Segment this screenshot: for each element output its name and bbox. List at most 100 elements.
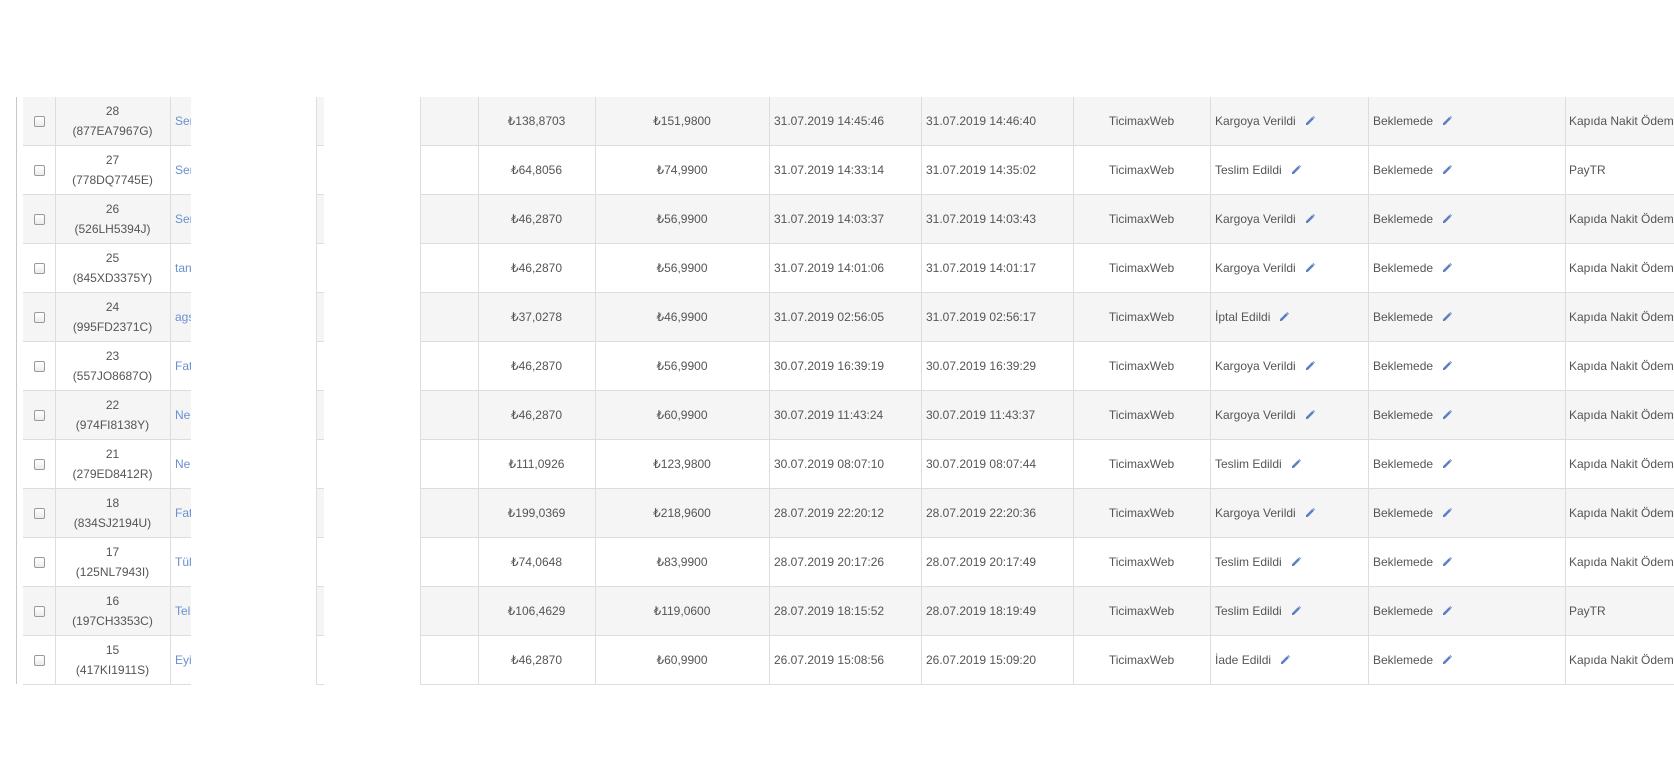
order-date: 28.07.2019 18:15:52 bbox=[774, 604, 885, 618]
column-divider bbox=[769, 97, 770, 684]
pencil-icon[interactable] bbox=[1304, 115, 1316, 127]
pencil-icon[interactable] bbox=[1290, 605, 1302, 617]
column-divider bbox=[316, 97, 317, 684]
payment-status-cell: Beklemede bbox=[1373, 489, 1563, 537]
payment-status-cell: Beklemede bbox=[1373, 244, 1563, 292]
total-amount: ₺60,9900 bbox=[656, 653, 708, 667]
pencil-icon[interactable] bbox=[1279, 654, 1291, 666]
payment-status-cell: Beklemede bbox=[1373, 97, 1563, 145]
customer-cell: Ser bbox=[175, 195, 191, 243]
update-date: 30.07.2019 11:43:37 bbox=[926, 408, 1036, 422]
pencil-icon[interactable] bbox=[1441, 605, 1453, 617]
pencil-icon[interactable] bbox=[1441, 654, 1453, 666]
order-source: TicimaxWeb bbox=[1108, 261, 1175, 275]
order-status-cell: Teslim Edildi bbox=[1215, 538, 1368, 586]
payment-status: Beklemede bbox=[1373, 408, 1434, 422]
row-checkbox[interactable] bbox=[33, 311, 45, 323]
column-divider bbox=[1210, 97, 1211, 684]
order-status: Kargoya Verildi bbox=[1215, 408, 1296, 422]
payment-method: Kapıda Nakit Ödem bbox=[1569, 555, 1674, 569]
table-row: 28 (877EA7967G) Ser ₺138,8703 ₺151,9800 31.07… bbox=[0, 97, 1674, 146]
customer-link[interactable]: Eyi bbox=[175, 653, 191, 667]
row-checkbox[interactable] bbox=[33, 458, 45, 470]
pencil-icon[interactable] bbox=[1441, 360, 1453, 372]
table-row: 24 (995FD2371C) ags ₺37,0278 ₺46,9900 31.07.2… bbox=[0, 293, 1674, 342]
order-status: İade Edildi bbox=[1215, 653, 1272, 667]
customer-link[interactable]: Fat bbox=[175, 506, 191, 520]
customer-cell: tan bbox=[175, 244, 191, 292]
order-number-cell: 24 (995FD2371C) bbox=[55, 293, 170, 341]
payment-status-cell: Beklemede bbox=[1373, 195, 1563, 243]
pencil-icon[interactable] bbox=[1278, 311, 1290, 323]
row-checkbox[interactable] bbox=[33, 164, 45, 176]
customer-link[interactable]: ags bbox=[175, 310, 191, 324]
payment-status-cell: Beklemede bbox=[1373, 636, 1563, 684]
pencil-icon[interactable] bbox=[1441, 311, 1453, 323]
order-code: (279ED8412R) bbox=[72, 467, 153, 481]
customer-link[interactable]: tan bbox=[175, 261, 191, 275]
order-number-cell: 17 (125NL7943I) bbox=[55, 538, 170, 586]
update-date: 31.07.2019 14:35:02 bbox=[926, 163, 1037, 177]
payment-method: Kapıda Nakit Ödem bbox=[1569, 506, 1674, 520]
row-checkbox[interactable] bbox=[33, 654, 45, 666]
pencil-icon[interactable] bbox=[1304, 213, 1316, 225]
customer-link[interactable]: Ser bbox=[175, 212, 191, 226]
customer-link[interactable]: Tel bbox=[175, 604, 190, 618]
pencil-icon[interactable] bbox=[1441, 458, 1453, 470]
row-select-cell bbox=[23, 244, 55, 292]
update-date: 31.07.2019 14:03:43 bbox=[926, 212, 1037, 226]
pencil-icon[interactable] bbox=[1290, 458, 1302, 470]
pencil-icon[interactable] bbox=[1441, 262, 1453, 274]
pencil-icon[interactable] bbox=[1441, 164, 1453, 176]
customer-cell: Ne bbox=[175, 440, 191, 488]
payment-method: PayTR bbox=[1569, 604, 1606, 618]
payment-method: Kapıda Nakit Ödem bbox=[1569, 261, 1674, 275]
customer-link[interactable]: Ne bbox=[175, 457, 190, 471]
row-checkbox[interactable] bbox=[33, 360, 45, 372]
row-checkbox[interactable] bbox=[33, 409, 45, 421]
customer-link[interactable]: Tül bbox=[175, 555, 191, 569]
order-id: 28 bbox=[105, 104, 120, 118]
order-status: Teslim Edildi bbox=[1215, 604, 1282, 618]
customer-link[interactable]: Ne bbox=[175, 408, 190, 422]
customer-cell: Ser bbox=[175, 146, 191, 194]
customer-link[interactable]: Fat bbox=[175, 359, 191, 373]
row-checkbox[interactable] bbox=[33, 262, 45, 274]
table-row: 27 (778DQ7745E) Ser ₺64,8056 ₺74,9900 31.07.2… bbox=[0, 146, 1674, 195]
payment-method: Kapıda Nakit Ödem bbox=[1569, 653, 1674, 667]
row-select-cell bbox=[23, 391, 55, 439]
payment-status-cell: Beklemede bbox=[1373, 342, 1563, 390]
pencil-icon[interactable] bbox=[1441, 556, 1453, 568]
pencil-icon[interactable] bbox=[1304, 409, 1316, 421]
pencil-icon[interactable] bbox=[1441, 213, 1453, 225]
pencil-icon[interactable] bbox=[1304, 507, 1316, 519]
order-id: 26 bbox=[105, 202, 120, 216]
pencil-icon[interactable] bbox=[1304, 262, 1316, 274]
update-date: 28.07.2019 20:17:49 bbox=[926, 555, 1037, 569]
column-divider bbox=[921, 97, 922, 684]
pencil-icon[interactable] bbox=[1304, 360, 1316, 372]
update-date: 26.07.2019 15:09:20 bbox=[926, 653, 1037, 667]
row-checkbox[interactable] bbox=[33, 556, 45, 568]
order-status-cell: Kargoya Verildi bbox=[1215, 342, 1368, 390]
row-select-cell bbox=[23, 97, 55, 145]
row-checkbox[interactable] bbox=[33, 115, 45, 127]
orders-table: 28 (877EA7967G) Ser ₺138,8703 ₺151,9800 31.07… bbox=[0, 97, 1674, 685]
total-amount: ₺151,9800 bbox=[653, 114, 711, 128]
row-select-cell bbox=[23, 587, 55, 635]
row-checkbox[interactable] bbox=[33, 507, 45, 519]
pencil-icon[interactable] bbox=[1441, 507, 1453, 519]
cost-amount: ₺46,2870 bbox=[510, 408, 562, 422]
pencil-icon[interactable] bbox=[1290, 164, 1302, 176]
row-checkbox[interactable] bbox=[33, 213, 45, 225]
payment-method: Kapıda Nakit Ödem bbox=[1569, 212, 1674, 226]
order-date: 31.07.2019 02:56:05 bbox=[774, 310, 885, 324]
pencil-icon[interactable] bbox=[1441, 115, 1453, 127]
customer-link[interactable]: Ser bbox=[175, 114, 191, 128]
customer-link[interactable]: Ser bbox=[175, 163, 191, 177]
payment-status-cell: Beklemede bbox=[1373, 440, 1563, 488]
pencil-icon[interactable] bbox=[1441, 409, 1453, 421]
pencil-icon[interactable] bbox=[1290, 556, 1302, 568]
column-divider bbox=[170, 97, 171, 684]
row-checkbox[interactable] bbox=[33, 605, 45, 617]
